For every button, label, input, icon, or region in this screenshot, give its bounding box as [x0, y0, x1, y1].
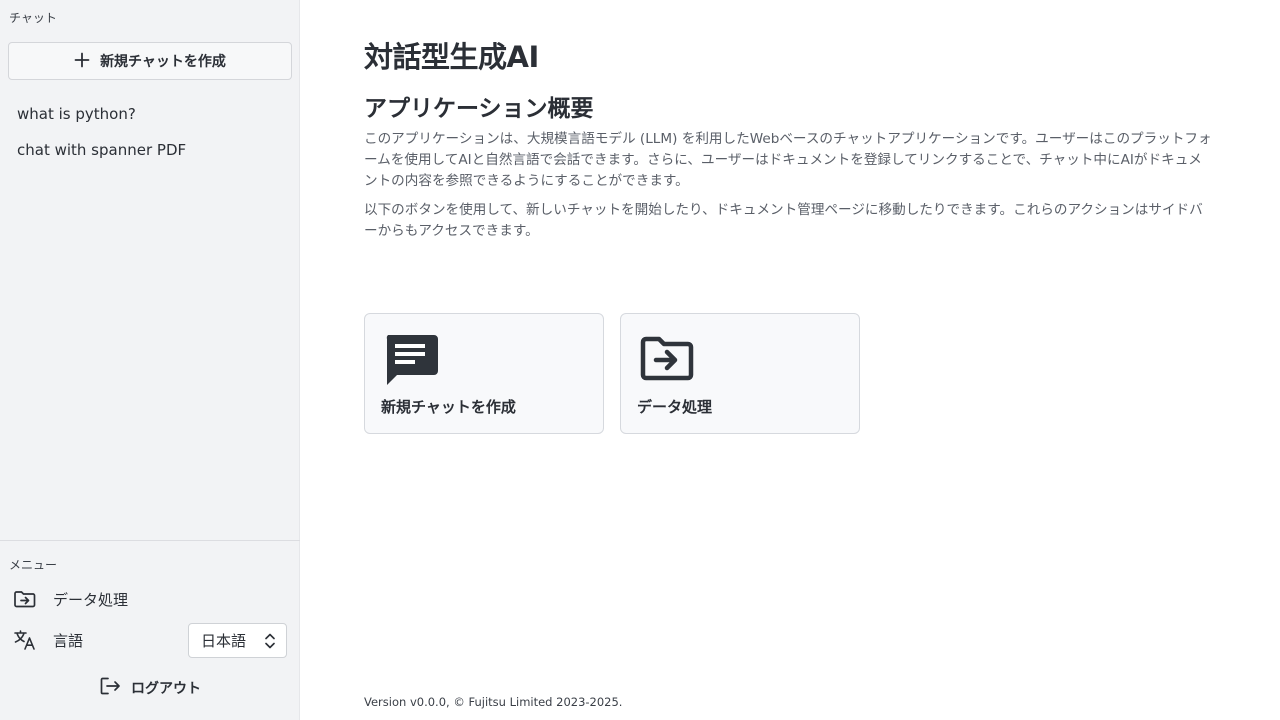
chevron-up-down-icon	[264, 632, 276, 654]
data-processing-card-label: データ処理	[637, 398, 713, 416]
chat-history-item[interactable]: what is python?	[0, 96, 300, 132]
logout-button[interactable]: ログアウト	[0, 672, 300, 704]
plus-icon	[74, 51, 90, 71]
chat-history-item[interactable]: chat with spanner PDF	[0, 132, 300, 168]
menu-item-language-label: 言語	[53, 631, 84, 650]
new-chat-card-label: 新規チャットを作成	[381, 398, 516, 416]
menu-item-data-processing-label: データ処理	[53, 590, 129, 609]
chat-section-label: チャット	[9, 11, 57, 25]
new-chat-card[interactable]: 新規チャットを作成	[364, 313, 604, 434]
main-content: 対話型生成AI アプリケーション概要 このアプリケーションは、大規模言語モデル …	[364, 0, 1224, 720]
chat-history-list: what is python? chat with spanner PDF	[0, 96, 300, 168]
language-select[interactable]: 日本語	[188, 623, 287, 658]
language-select-value: 日本語	[201, 632, 247, 650]
new-chat-button-label: 新規チャットを作成	[100, 54, 226, 70]
chat-icon	[383, 334, 439, 390]
version-footer: Version v0.0.0, © Fujitsu Limited 2023-2…	[364, 695, 623, 709]
data-processing-card[interactable]: データ処理	[620, 313, 860, 434]
description-paragraph: このアプリケーションは、大規模言語モデル (LLM) を利用したWebベースのチ…	[364, 131, 1212, 189]
menu-divider	[0, 540, 300, 541]
logout-icon	[99, 676, 121, 700]
new-chat-button[interactable]: 新規チャットを作成	[8, 42, 292, 80]
folder-arrow-icon	[12, 588, 38, 610]
folder-arrow-icon	[639, 334, 695, 386]
sidebar: チャット 新規チャットを作成 what is python? chat with…	[0, 0, 300, 720]
section-title: アプリケーション概要	[364, 96, 594, 122]
menu-item-data-processing[interactable]: データ処理	[0, 581, 300, 617]
page-title: 対話型生成AI	[364, 40, 539, 74]
logout-button-label: ログアウト	[131, 681, 201, 697]
translate-icon	[12, 629, 38, 651]
menu-section-label: メニュー	[9, 558, 58, 572]
description-paragraph: 以下のボタンを使用して、新しいチャットを開始したり、ドキュメント管理ページに移動…	[364, 202, 1203, 239]
